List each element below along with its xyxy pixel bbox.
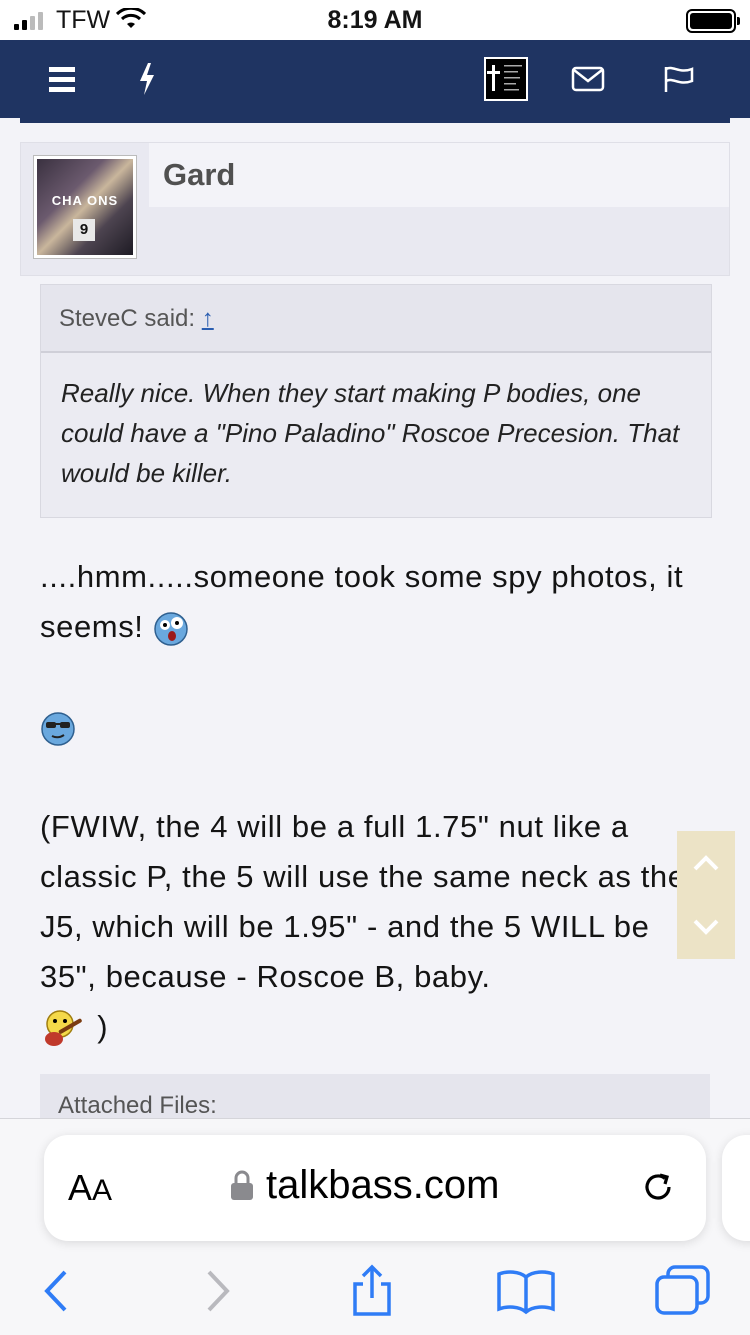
guitar-player-emoji-icon [45, 1010, 82, 1046]
attached-files-header: Attached Files: [40, 1074, 710, 1120]
envelope-icon[interactable] [570, 40, 606, 118]
aa-big-letter: A [68, 1167, 93, 1208]
url-text[interactable]: talkbass.com [266, 1163, 499, 1208]
quote-author-label: SteveC said: [59, 305, 196, 332]
username[interactable]: Gard [163, 157, 235, 193]
username-row: Gard [149, 143, 729, 207]
avatar-jersey-number: 9 [73, 219, 95, 241]
bookmarks-icon[interactable] [494, 1259, 558, 1323]
cross-logo-icon[interactable] [484, 40, 528, 118]
avatar-image: CHA ONS 9 [37, 159, 133, 255]
status-bar: TFW 8:19 AM [0, 0, 750, 40]
quote-jump-arrow-icon[interactable]: ↑ [202, 305, 214, 332]
browser-bottom-bar: AA talkbass.com [0, 1118, 750, 1335]
avatar-banner-text: CHA ONS [51, 193, 119, 208]
lightning-icon[interactable] [132, 40, 162, 118]
quote-author: SteveC said: ↑ [59, 305, 214, 333]
post-body: ....hmm.....someone took some spy photos… [40, 552, 700, 1052]
share-icon[interactable] [340, 1259, 404, 1323]
quote-text: Really nice. When they start making P bo… [61, 378, 680, 488]
tabs-icon[interactable] [650, 1259, 714, 1323]
scroll-top-button[interactable] [677, 831, 735, 895]
avatar[interactable]: CHA ONS 9 [33, 155, 137, 259]
lock-icon [231, 1170, 253, 1200]
forward-icon[interactable] [186, 1259, 250, 1323]
quote-header: SteveC said: ↑ [41, 285, 711, 353]
chevron-up-icon [693, 855, 719, 871]
post-line-2-close: ) [97, 1009, 109, 1044]
next-tab-peek[interactable] [722, 1135, 750, 1241]
back-icon[interactable] [24, 1259, 88, 1323]
forum-post: CHA ONS 9 Gard SteveC said: ↑ Really nic… [20, 142, 730, 1046]
forum-nav-bar [0, 40, 750, 123]
battery-icon [686, 9, 740, 33]
cool-sunglasses-emoji-icon [41, 712, 75, 746]
post-line-1: ....hmm.....someone took some spy photos… [40, 559, 684, 644]
clock: 8:19 AM [327, 6, 423, 34]
scroll-widget [677, 831, 735, 959]
chevron-down-icon [693, 919, 719, 935]
post-line-2: (FWIW, the 4 will be a full 1.75" nut li… [40, 809, 686, 994]
shocked-emoji-icon [154, 612, 188, 646]
attached-files-label: Attached Files: [58, 1092, 217, 1119]
reload-icon[interactable] [638, 1167, 678, 1207]
aa-small-letter: A [92, 1174, 113, 1207]
nav-underline [20, 118, 730, 123]
hamburger-icon[interactable] [40, 40, 84, 118]
quote-block: SteveC said: ↑ Really nice. When they st… [40, 284, 712, 518]
scroll-bottom-button[interactable] [677, 895, 735, 959]
user-block: CHA ONS 9 Gard [20, 142, 730, 276]
flag-icon[interactable] [662, 40, 696, 118]
reader-text-size-button[interactable]: AA [68, 1167, 112, 1209]
browser-toolbar [0, 1259, 750, 1323]
address-bar[interactable]: AA talkbass.com [44, 1135, 706, 1241]
